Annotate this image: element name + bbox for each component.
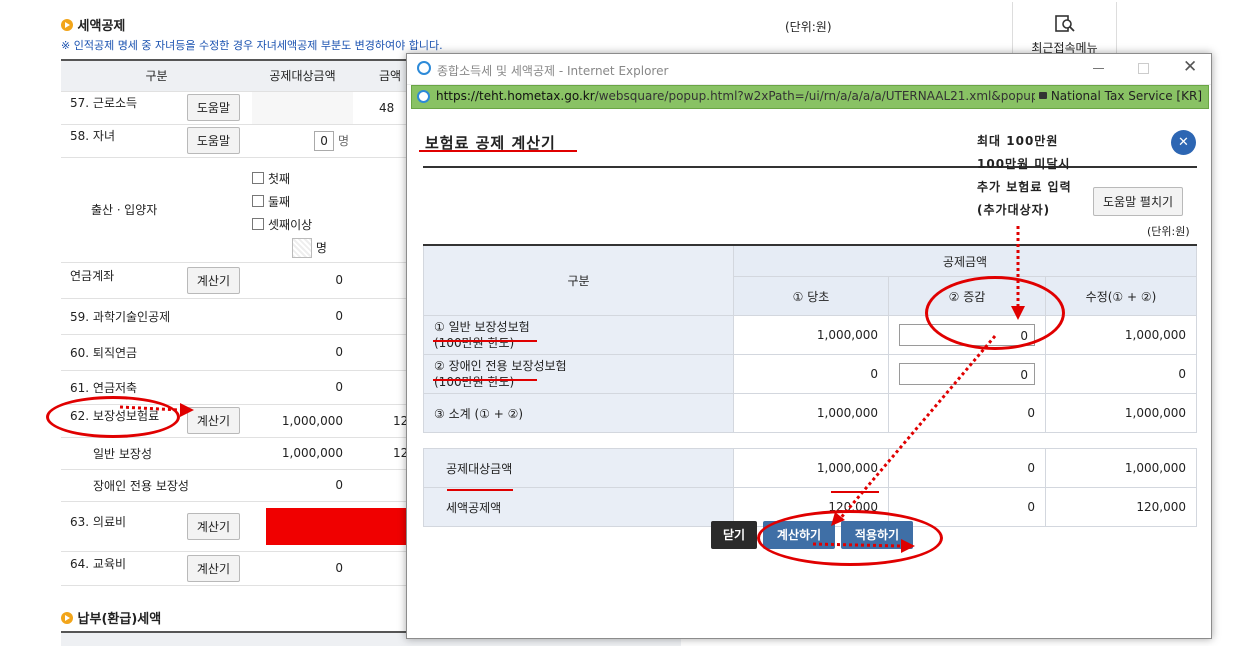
help-button[interactable]: 도움말: [186, 94, 240, 121]
table-row: 60. 퇴직연금 0: [61, 334, 439, 371]
table-row: 연금계좌 계산기 0: [61, 262, 439, 299]
table-row: 출산ㆍ입양자 첫째 둘째 셋째이상 명: [61, 157, 439, 263]
unit-label: (단위:원): [785, 20, 832, 34]
checkbox-icon: [252, 194, 264, 207]
section2-title-text: 납부(환급)세액: [77, 612, 162, 627]
row-label: 연금계좌: [70, 268, 115, 283]
partial-value: 12: [393, 413, 409, 428]
table-row: 장애인 전용 보장성 0: [61, 469, 439, 502]
amount-cell: 1,000,000: [252, 437, 353, 470]
annotation-arrows: [812, 226, 1025, 553]
calculator-button[interactable]: 계산기: [186, 266, 240, 294]
row-label: 출산ㆍ입양자: [91, 203, 158, 217]
amount-cell: 0: [252, 370, 353, 405]
row-label: 58. 자녀: [70, 129, 115, 143]
bullet-icon: [61, 612, 73, 624]
table-row: 일반 보장성 1,000,000 12: [61, 437, 439, 470]
amount-cell: 0: [252, 298, 353, 335]
row-label: 63. 의료비: [70, 514, 127, 529]
table-row: 57. 근로소득 도움말 48: [61, 91, 439, 125]
row-label: 일반 보장성: [61, 437, 252, 470]
table-row: 58. 자녀 도움말 0 명: [61, 124, 439, 158]
checkbox-second[interactable]: 둘째: [252, 191, 353, 214]
partial-value: 48: [379, 100, 395, 115]
section-title-text: 세액공제: [77, 19, 126, 34]
document-search-icon: [1054, 15, 1075, 32]
amount-cell: 0: [252, 551, 353, 586]
row-label: 59. 과학기술인공제: [61, 298, 252, 335]
notice-text: ※ 인적공제 명세 중 자녀등을 수정한 경우 자녀세액공제 부분도 변경하여야…: [61, 39, 443, 52]
deduction-table: 구분 공제대상금액 금액 57. 근로소득 도움말 48 58. 자녀 도움말 …: [61, 59, 439, 586]
checkbox-label: 셋째이상: [268, 217, 313, 232]
arrow-to-calculator: [119, 403, 194, 417]
col-header: 공제대상금액: [252, 60, 353, 92]
row-label: 장애인 전용 보장성: [61, 469, 252, 502]
count-unit: 명: [315, 240, 327, 255]
help-button[interactable]: 도움말: [186, 127, 240, 154]
table-row: 64. 교육비 계산기 0: [61, 551, 439, 586]
col-header: 구분: [61, 60, 252, 92]
checkbox-label: 둘째: [268, 194, 291, 209]
row-label: 60. 퇴직연금: [61, 334, 252, 371]
partial-value: 12: [393, 446, 409, 460]
amount-cell: 1,000,000: [252, 404, 353, 438]
checkbox-label: 첫째: [268, 171, 291, 186]
calculator-button[interactable]: 계산기: [186, 512, 240, 540]
bullet-icon: [61, 19, 73, 31]
count-unit: 명: [337, 133, 349, 148]
checkbox-icon: [252, 217, 264, 230]
section2-title: 납부(환급)세액: [61, 608, 161, 627]
checkbox-first[interactable]: 첫째: [252, 168, 353, 191]
popup-window[interactable]: 종합소득세 및 세액공제 - Internet Explorer ✕ https…: [406, 53, 1212, 639]
section-title: 세액공제: [61, 15, 125, 34]
child-count-input[interactable]: 0: [314, 130, 335, 151]
row-label: 57. 근로소득: [70, 96, 138, 110]
amount-cell: 0: [252, 334, 353, 371]
checkbox-third[interactable]: 셋째이상: [252, 214, 353, 237]
table-row: 59. 과학기술인공제 0: [61, 298, 439, 335]
count-field-disabled: [292, 238, 312, 258]
table-row: 63. 의료비 계산기: [61, 501, 439, 552]
row-label: 64. 교육비: [70, 556, 127, 571]
calculator-button[interactable]: 계산기: [186, 554, 240, 582]
amount-cell: 0: [252, 469, 353, 502]
amount-cell: 0: [252, 262, 353, 299]
recent-menu-button[interactable]: 최근접속메뉴: [1012, 2, 1117, 59]
checkbox-icon: [252, 171, 264, 184]
